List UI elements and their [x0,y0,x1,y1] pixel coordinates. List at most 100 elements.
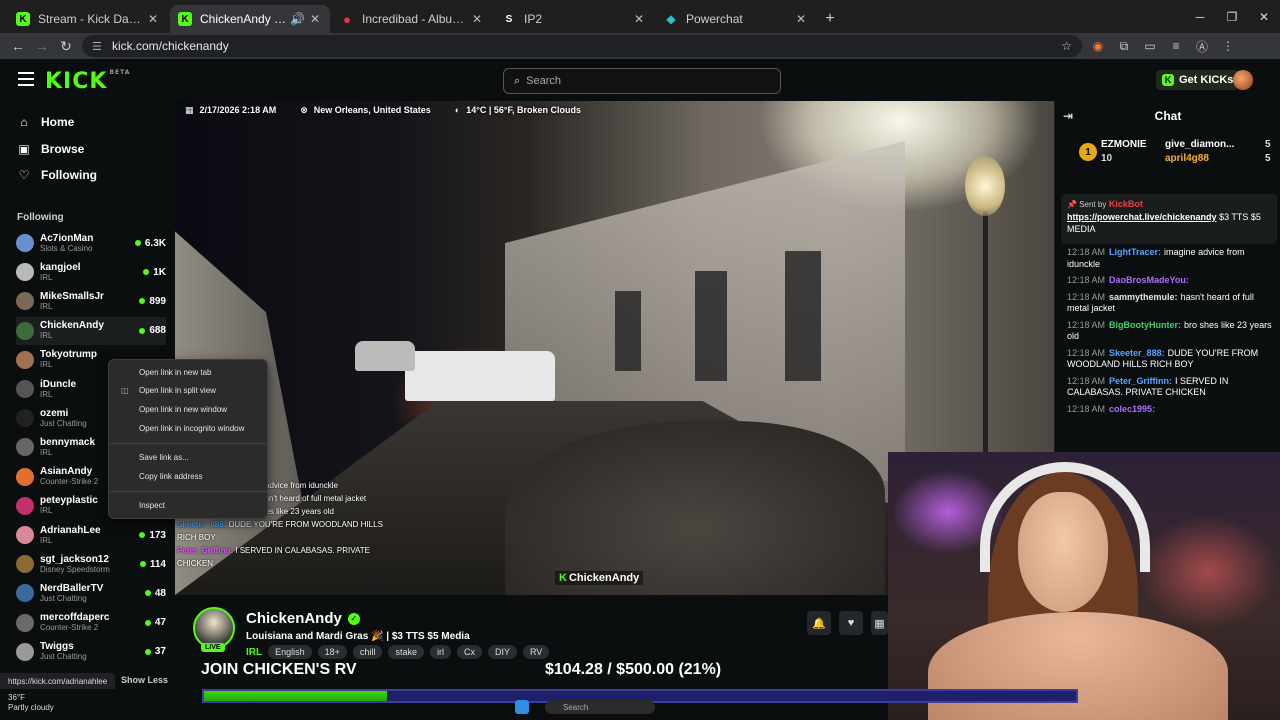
ctx-open-split-view[interactable]: Open link in split view [139,386,216,395]
hamburger-menu-icon[interactable] [18,72,34,86]
channel-avatar [16,467,34,486]
channel-avatar [16,409,34,428]
user-avatar[interactable] [1233,70,1253,90]
channel-name: ChickenAndy [40,320,104,332]
leader-user[interactable]: give_diamon... [1165,139,1234,150]
chat-username[interactable]: colec1995: [1109,404,1155,414]
chat-time: 12:18 AM [1067,247,1106,257]
close-tab-icon[interactable]: ✕ [470,12,484,26]
channel-category: IRL [40,447,53,457]
pinned-link[interactable]: https://powerchat.live/chickenandy [1067,212,1217,222]
channel-name: Ac7ionMan [40,232,94,244]
maximize-icon[interactable]: ❐ [1216,0,1248,33]
viewer-number: 6.3K [144,237,166,249]
profile-icon[interactable]: Ⓐ [1194,38,1210,54]
forward-icon[interactable]: → [30,34,54,58]
get-kicks-button[interactable]: K Get KICKs [1156,70,1240,90]
close-window-icon[interactable]: ✕ [1248,0,1280,33]
chat-time: 12:18 AM [1067,403,1106,414]
chat-title: Chat [1154,109,1182,123]
sidebar-nav-browse[interactable]: ▣ Browse [17,142,84,156]
media-icon[interactable]: ≡ [1168,38,1184,54]
leader-user[interactable]: april4g88 [1165,153,1209,164]
browser-tab[interactable]: ◆ Powerchat ✕ [656,5,816,33]
url-input[interactable]: ☰ kick.com/chickenandy ☆ [82,35,1082,57]
ctx-inspect[interactable]: Inspect [139,501,165,510]
live-dot-icon [144,648,151,655]
ctx-copy-link[interactable]: Copy link address [139,472,203,481]
menu-divider [109,443,267,444]
sidebar-channel-sgt_jackson12[interactable]: sgt_jackson12 Disney Speedstorm 114 [16,550,166,578]
close-tab-icon[interactable]: ✕ [794,12,808,26]
ctx-save-link[interactable]: Save link as... [139,453,189,462]
extension-icon[interactable]: ◉ [1090,38,1106,54]
sidebar-channel-mikesmallsjr[interactable]: MikeSmallsJr IRL 899 [16,287,166,315]
viewer-number: 47 [154,617,166,629]
webcam-overlay [888,452,1280,720]
chat-username[interactable]: Skeeter_888: [1109,348,1165,358]
video-scene [695,271,727,381]
windows-start-icon[interactable] [515,700,529,714]
show-less-button[interactable]: Show Less [121,675,168,685]
chat-username[interactable]: DaoBrosMadeYou: [1109,275,1189,285]
taskbar-temp: 36°F [8,693,25,702]
taskbar-search[interactable]: Search [545,700,655,714]
chat-username[interactable]: sammythemule: [1109,292,1178,302]
leader-user[interactable]: EZMONIE [1101,139,1147,150]
chat-username[interactable]: Peter_Griffinn: [1109,376,1172,386]
close-tab-icon[interactable]: ✕ [146,12,160,26]
search-input[interactable]: ⌕ Search [503,68,781,94]
sidebar-channel-adrianahlee[interactable]: AdrianahLee IRL 173 [16,521,166,549]
sidebar-channel-nerdballertv[interactable]: NerdBallerTV Just Chatting 48 [16,579,166,607]
chat-username[interactable]: LightTracer: [1109,247,1161,257]
close-tab-icon[interactable]: ✕ [632,12,646,26]
notification-bell-button[interactable]: 🔔 [807,611,831,635]
chat-message: 12:18 AM sammythemule: hasn't heard of ful… [1067,292,1272,315]
ctx-open-incognito[interactable]: Open link in incognito window [139,424,244,433]
following-heading: Following [17,212,64,223]
close-tab-icon[interactable]: ✕ [308,12,322,26]
browser-tab[interactable]: K Stream - Kick Dashboard ✕ [8,5,168,33]
sidebar-channel-twiggs[interactable]: Twiggs Just Chatting 37 [16,638,166,666]
site-info-icon[interactable]: ☰ [92,40,106,53]
collapse-chat-icon[interactable]: ⇥ [1063,101,1073,131]
streamer-name[interactable]: ChickenAndy ✓ [246,610,360,627]
ctx-open-new-tab[interactable]: Open link in new tab [139,368,212,377]
puzzle-icon[interactable]: ⧉ [1116,38,1132,54]
browser-tab-strip: K Stream - Kick Dashboard ✕ K ChickenAnd… [0,0,1280,33]
ctx-open-new-window[interactable]: Open link in new window [139,405,227,414]
gift-leaderboard: 1 EZMONIE 10 give_diamon... 5 april4g88 … [1075,139,1275,179]
gift-button[interactable]: ▦ [871,611,888,635]
video-scene [785,251,821,381]
location: ⊗ New Orleans, United States [300,105,431,116]
bookmark-star-icon[interactable]: ☆ [1061,39,1072,53]
chat-username[interactable]: BigBootyHunter: [1109,320,1181,330]
minimize-icon[interactable]: ─ [1184,0,1216,33]
channel-avatar [16,321,34,340]
follow-heart-button[interactable]: ♥ [839,611,863,635]
browser-tab[interactable]: ● Incredibad - Album by The Lonely Islan… [332,5,492,33]
watermark-k: K [559,572,567,584]
reload-icon[interactable]: ↻ [54,34,78,58]
webcam-scene [928,612,1228,720]
browser-tab[interactable]: S IP2 ✕ [494,5,654,33]
sidebar-channel-mercoffdaperc[interactable]: mercoffdaperc Counter-Strike 2 47 [16,609,166,637]
nav-label: Following [41,168,97,182]
menu-dots-icon[interactable]: ⋮ [1220,38,1236,54]
new-tab-button[interactable]: + [818,5,842,33]
back-icon[interactable]: ← [6,34,30,58]
sidebar-nav-home[interactable]: ⌂ Home [17,115,74,129]
cast-icon[interactable]: ▭ [1142,38,1158,54]
live-dot-icon [139,532,146,538]
pinned-sender[interactable]: KickBot [1109,199,1143,209]
sidebar-channel-kangjoel[interactable]: kangjoel IRL 1K [16,258,166,286]
taskbar-weather[interactable]: 36°F Partly cloudy [8,693,54,713]
speaker-icon[interactable]: 🔊 [290,12,305,26]
sidebar-channel-chickenandy[interactable]: ChickenAndy IRL 688 [16,316,166,345]
sidebar-nav-following[interactable]: ♡ Following [17,168,97,182]
channel-name: sgt_jackson12 [40,553,109,565]
sidebar-channel-ac7ionman[interactable]: Ac7ionMan Slots & Casino 6.3K [16,229,166,257]
browser-tab-active[interactable]: K ChickenAndy Stream - Watch 🔊 ✕ [170,5,330,33]
kick-logo[interactable]: KICK BETA [45,69,130,94]
heart-icon: ♡ [18,168,30,182]
